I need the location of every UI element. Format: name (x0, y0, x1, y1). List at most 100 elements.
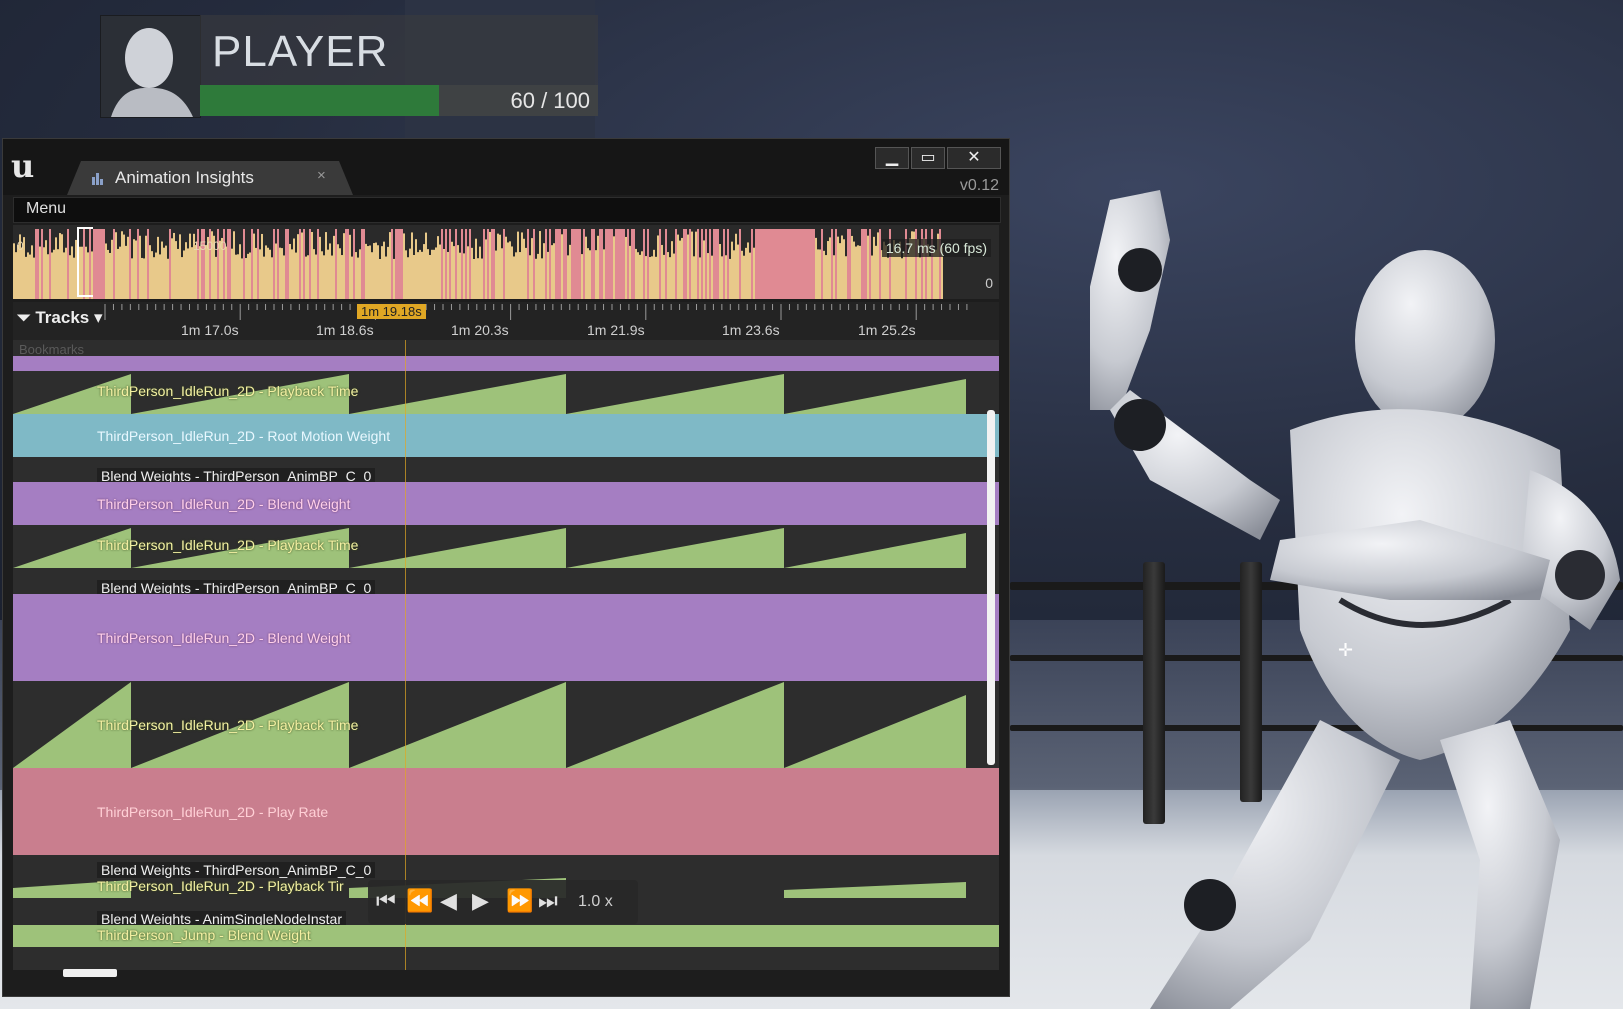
frames-track[interactable]: 16.7 ms (60 fps) 0 15000 0 (13, 225, 999, 299)
track-blend-weight-1[interactable]: ThirdPerson_IdleRun_2D - Blend Weight (13, 482, 999, 525)
frame-bar (613, 236, 615, 299)
close-button[interactable]: ✕ (947, 147, 1001, 169)
play-button[interactable]: ▶ (472, 888, 489, 914)
frame-bar (175, 241, 177, 299)
goto-last-button[interactable]: ⏭ (538, 888, 558, 914)
frame-bar (585, 236, 587, 299)
frames-graph[interactable] (13, 225, 999, 299)
frame-bar (721, 256, 723, 299)
frame-bar (381, 246, 383, 299)
time-cursor-label[interactable]: 1m 19.18s (357, 304, 426, 319)
frame-bar (411, 232, 413, 299)
track-blend-weight-partial[interactable] (13, 356, 999, 371)
frame-bar (583, 229, 585, 299)
track-jump-blend-weight[interactable]: ThirdPerson_Jump - Blend Weight (13, 925, 999, 947)
frame-bar (431, 249, 433, 299)
frame-bar (133, 239, 135, 299)
frame-bar (387, 246, 389, 299)
frame-bar (509, 241, 511, 299)
minimize-button[interactable]: ▁ (875, 147, 909, 169)
frame-bar (251, 229, 253, 299)
frame-bar (429, 254, 431, 299)
frame-bar (799, 229, 801, 299)
track-blend-weight-2[interactable]: ThirdPerson_IdleRun_2D - Blend Weight (13, 594, 999, 681)
frame-bar (165, 245, 167, 299)
frame-bar (333, 235, 335, 299)
frame-bar (617, 229, 619, 299)
frame-bar (243, 229, 245, 299)
frame-bar (409, 248, 411, 299)
menu-button[interactable]: Menu (26, 200, 66, 218)
frame-bar (505, 236, 507, 299)
tracks-horizontal-scrollbar[interactable] (63, 969, 117, 977)
tracks-filter-button[interactable]: ⏷ Tracks ▾ (17, 308, 102, 328)
track-playback-time-1[interactable]: ThirdPerson_IdleRun_2D - Playback Time (13, 371, 999, 414)
frame-bar (455, 229, 457, 299)
frame-bar (935, 249, 937, 299)
frame-bar (357, 257, 359, 299)
step-back-button[interactable]: ⏪ (406, 888, 433, 914)
maximize-button[interactable]: ▭ (911, 147, 945, 169)
frame-bar (811, 229, 813, 299)
track-root-motion-weight[interactable]: ThirdPerson_IdleRun_2D - Root Motion Wei… (13, 414, 999, 457)
frame-left-label: 0 (17, 239, 24, 253)
frame-bar (73, 257, 75, 299)
tab-animation-insights[interactable]: Animation Insights × (67, 161, 353, 195)
frame-bar (349, 234, 351, 299)
frame-bar (759, 229, 761, 299)
frame-bar (559, 229, 561, 299)
track-label: ThirdPerson_IdleRun_2D - Blend Weight (97, 630, 351, 646)
frames-selection[interactable] (77, 227, 93, 297)
frame-bar (619, 229, 621, 299)
track-label: ThirdPerson_IdleRun_2D - Root Motion Wei… (97, 428, 391, 444)
track-playback-time-3[interactable]: ThirdPerson_IdleRun_2D - Playback Time (13, 681, 999, 768)
goto-first-button[interactable]: ⏮ (376, 888, 396, 914)
frame-bar (711, 255, 713, 299)
tracks-panel[interactable]: Bookmarks ThirdPerson_IdleRun_2D - Playb… (13, 340, 999, 970)
frame-bar (267, 247, 269, 299)
crosshair-icon: ✛ (1338, 640, 1354, 660)
frame-bar (123, 234, 125, 299)
frame-bar (167, 258, 169, 299)
play-reverse-button[interactable]: ◀ (440, 888, 457, 914)
frame-bar (679, 240, 681, 299)
playback-rate[interactable]: 1.0 x (578, 893, 613, 911)
frame-bar (293, 238, 295, 299)
frame-bar (423, 244, 425, 299)
frame-bar (537, 253, 539, 299)
frame-bar (475, 238, 477, 299)
frame-bar (809, 229, 811, 299)
frame-bar (277, 229, 279, 299)
tick-label: 1m 18.6s (316, 322, 374, 338)
frame-bar (603, 249, 605, 299)
frame-bar (835, 229, 837, 299)
frame-bar (569, 244, 571, 299)
frame-bar (671, 241, 673, 299)
track-playback-time-2[interactable]: ThirdPerson_IdleRun_2D - Playback Time (13, 525, 999, 568)
frame-bar (621, 229, 623, 299)
frame-bar (65, 247, 67, 299)
frame-bar (279, 247, 281, 299)
frame-bar (731, 241, 733, 299)
frame-bar (655, 256, 657, 299)
frame-bar (599, 229, 601, 299)
frame-bar (847, 229, 849, 299)
time-cursor-line[interactable] (405, 340, 406, 970)
tracks-vertical-scrollbar[interactable] (987, 410, 995, 765)
frame-bar (215, 256, 217, 299)
frame-bar (503, 229, 505, 299)
frame-bar (593, 229, 595, 299)
track-play-rate[interactable]: ThirdPerson_IdleRun_2D - Play Rate (13, 768, 999, 855)
frame-bar (29, 254, 31, 299)
tab-close-icon[interactable]: × (317, 167, 326, 184)
frame-bar (757, 229, 759, 299)
timeline-ruler[interactable]: ⏷ Tracks ▾ 1m 17.0s 1m 18.6s 1m 20.3s 1m… (13, 302, 999, 340)
frame-bar (105, 243, 107, 299)
frame-bar (645, 256, 647, 299)
frame-bar (533, 229, 535, 299)
step-forward-button[interactable]: ⏩ (506, 888, 533, 914)
frame-bar (125, 245, 127, 299)
frame-bar (887, 257, 889, 299)
frame-bar (137, 229, 139, 299)
frame-bar (13, 243, 15, 299)
